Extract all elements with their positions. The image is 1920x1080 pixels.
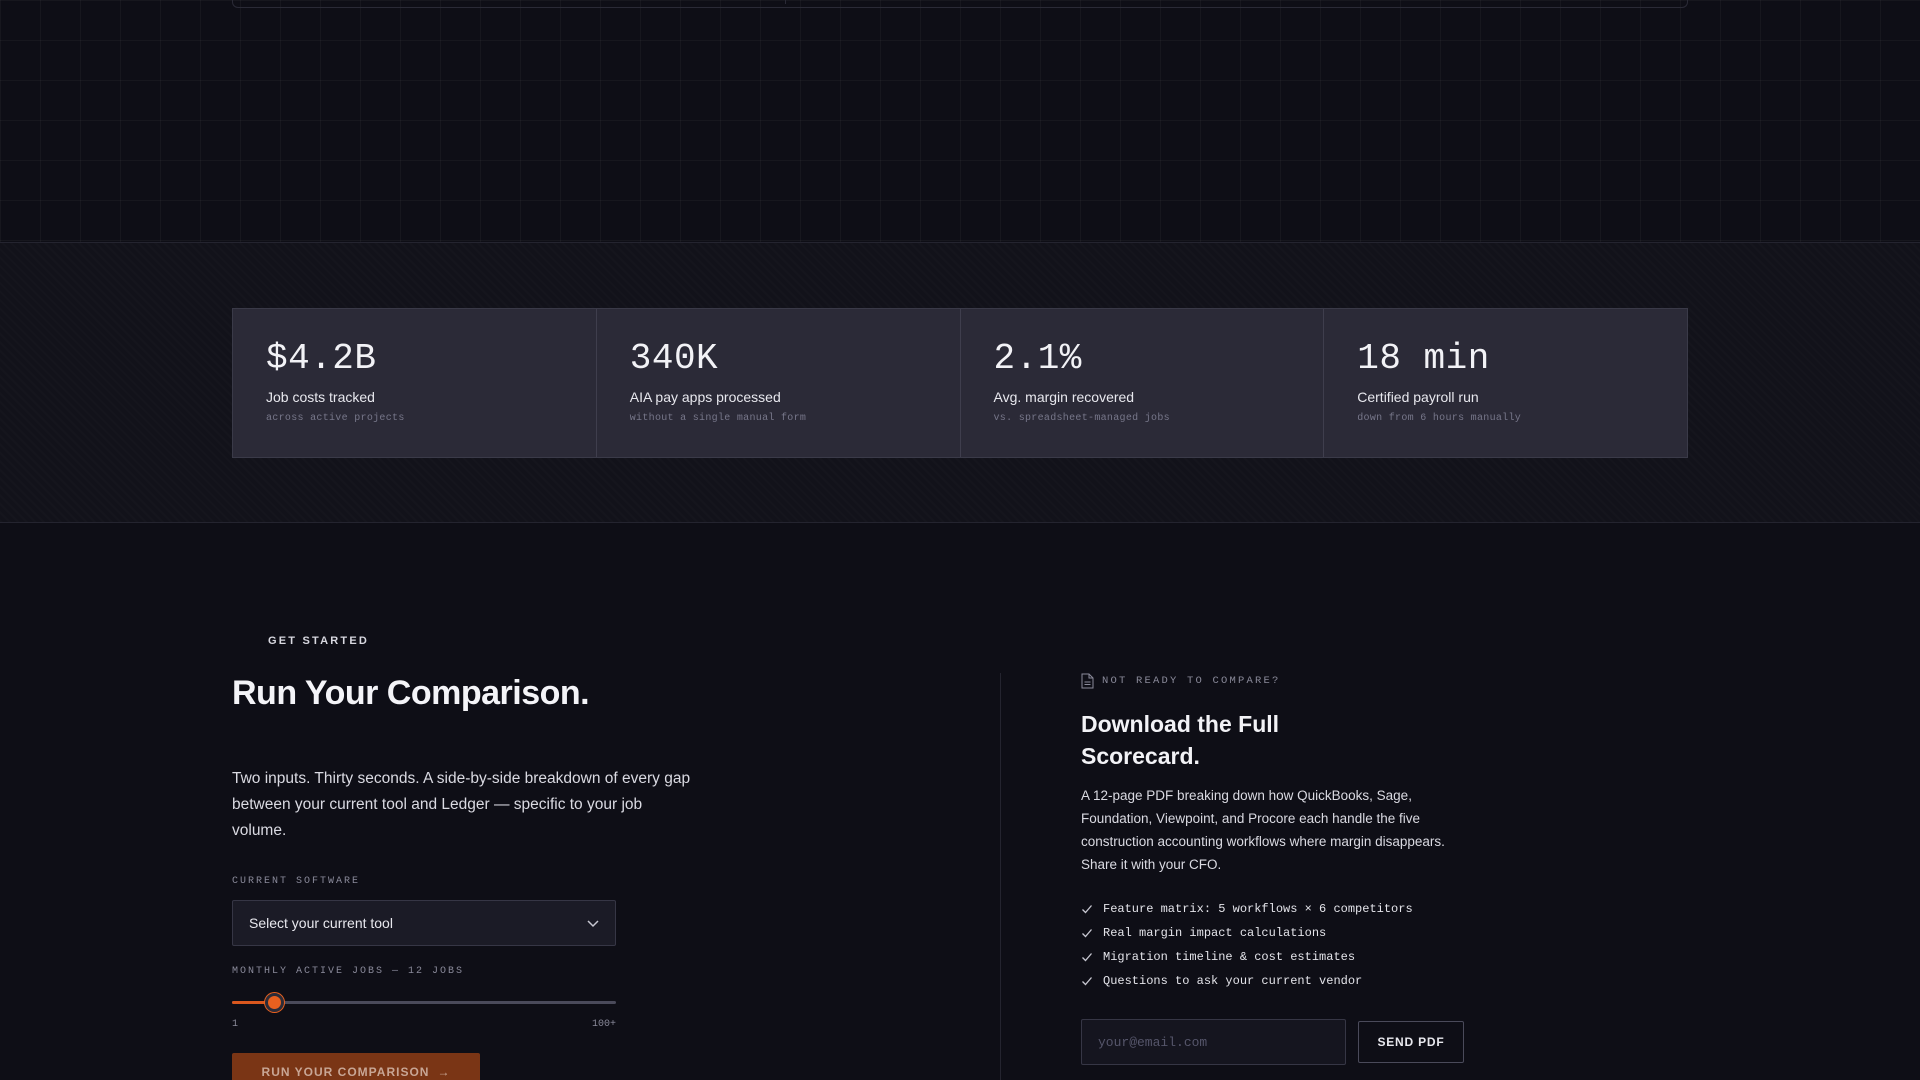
chevron-down-icon xyxy=(587,920,599,928)
send-pdf-button[interactable]: SEND PDF xyxy=(1358,1021,1464,1063)
stat-pay-apps: 340K AIA pay apps processed without a si… xyxy=(597,309,961,457)
slider-min-label: 1 xyxy=(232,1019,239,1030)
stat-label: AIA pay apps processed xyxy=(629,389,781,405)
stat-sub: vs. spreadsheet-managed jobs xyxy=(993,413,1170,424)
list-item: Feature matrix: 5 workflows × 6 competit… xyxy=(1081,897,1413,921)
feature-text: Feature matrix: 5 workflows × 6 competit… xyxy=(1103,902,1413,916)
document-icon xyxy=(1081,673,1094,689)
stat-payroll: 18 min Certified payroll run down from 6… xyxy=(1324,309,1687,457)
stat-sub: without a single manual form xyxy=(629,413,807,424)
software-field-label: CURRENT SOFTWARE xyxy=(232,876,361,887)
stat-sub: down from 6 hours manually xyxy=(1357,413,1522,424)
arrow-right-icon: → xyxy=(437,1065,451,1079)
software-select-value: Select your current tool xyxy=(249,915,393,931)
check-icon xyxy=(1082,905,1092,914)
comparison-title: Run Your Comparison. xyxy=(232,674,590,712)
stat-label: Certified payroll run xyxy=(1357,389,1479,405)
slider-max-label: 100+ xyxy=(591,1019,616,1030)
stats-band: $4.2B Job costs tracked across active pr… xyxy=(0,243,1920,523)
stat-value: 18 min xyxy=(1357,338,1490,379)
stat-sub: across active projects xyxy=(266,413,405,424)
scorecard-eyebrow-text: NOT READY TO COMPARE? xyxy=(1102,675,1281,687)
section-eyebrow: GET STARTED xyxy=(268,635,369,647)
stat-label: Avg. margin recovered xyxy=(993,389,1135,405)
feature-text: Real margin impact calculations xyxy=(1103,926,1327,940)
stat-value: 2.1% xyxy=(993,338,1082,379)
scorecard-feature-list: Feature matrix: 5 workflows × 6 competit… xyxy=(1081,897,1413,993)
run-comparison-button[interactable]: RUN YOUR COMPARISON → xyxy=(232,1053,480,1080)
stat-label: Job costs tracked xyxy=(266,389,375,405)
jobs-slider-handle[interactable] xyxy=(265,993,285,1012)
section-divider xyxy=(1000,673,1001,1080)
comparison-description: Two inputs. Thirty seconds. A side-by-si… xyxy=(232,770,691,839)
stat-margin: 2.1% Avg. margin recovered vs. spreadshe… xyxy=(961,309,1325,457)
stat-job-costs: $4.2B Job costs tracked across active pr… xyxy=(233,309,597,457)
software-select[interactable]: Select your current tool xyxy=(232,900,616,946)
feature-text: Questions to ask your current vendor xyxy=(1103,974,1363,988)
hero-grid-background xyxy=(0,0,1920,243)
stat-value: $4.2B xyxy=(266,338,377,379)
feature-text: Migration timeline & cost estimates xyxy=(1103,950,1356,964)
list-item: Real margin impact calculations xyxy=(1081,921,1413,945)
list-item: Questions to ask your current vendor xyxy=(1081,969,1413,993)
get-started-section: GET STARTED Run Your Comparison. Two inp… xyxy=(0,523,1920,1080)
check-icon xyxy=(1082,929,1092,938)
stat-value: 340K xyxy=(629,338,719,379)
scorecard-title: Download the Full Scorecard. xyxy=(1081,711,1280,769)
jobs-slider-track[interactable] xyxy=(232,1001,616,1004)
email-input[interactable] xyxy=(1081,1019,1346,1065)
hero-frame-divider xyxy=(785,0,786,4)
check-icon xyxy=(1082,977,1092,986)
check-icon xyxy=(1082,953,1092,962)
list-item: Migration timeline & cost estimates xyxy=(1081,945,1413,969)
jobs-field-label: MONTHLY ACTIVE JOBS — 12 JOBS xyxy=(232,966,465,977)
run-comparison-label: RUN YOUR COMPARISON xyxy=(261,1065,430,1079)
stats-row: $4.2B Job costs tracked across active pr… xyxy=(232,308,1688,458)
hero-frame-edge xyxy=(232,0,1688,8)
scorecard-eyebrow: NOT READY TO COMPARE? xyxy=(1081,673,1281,689)
scorecard-description: A 12-page PDF breaking down how QuickBoo… xyxy=(1081,788,1445,872)
